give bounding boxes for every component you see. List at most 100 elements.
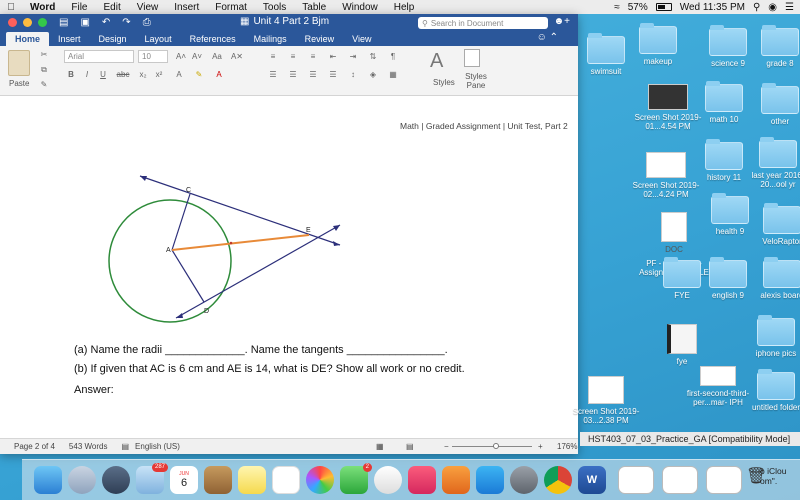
siri-icon[interactable]: ◉ [768,2,777,13]
apple-menu-icon[interactable]:  [0,2,22,13]
paste-label[interactable]: Paste [9,79,29,88]
show-marks-icon[interactable]: ¶ [386,50,400,63]
notification-center-icon[interactable]: ☰ [785,2,794,13]
zoom-out-icon[interactable]: − [444,442,449,451]
bold-icon[interactable]: B [64,68,78,81]
desktop-icon[interactable]: VeloRaptor [744,203,800,246]
share-icon[interactable]: ☻+ [554,16,570,27]
font-size-select[interactable]: 10 [138,50,168,63]
print-layout-icon[interactable]: ▦ [376,442,384,451]
photos-icon[interactable] [306,466,334,494]
desktop-icon[interactable]: untitled folder [738,369,800,412]
sort-icon[interactable]: ⇅ [366,50,380,63]
zoom-slider-track[interactable] [452,446,532,447]
proofing-icon[interactable]: ▤ [121,442,129,451]
menu-file[interactable]: File [63,2,95,13]
spotlight-icon[interactable]: ⚲ [753,2,760,13]
books-icon[interactable] [442,466,470,494]
minimized-window[interactable] [706,466,742,494]
numbering-icon[interactable]: ≡ [286,50,300,63]
close-button[interactable] [8,18,17,27]
paste-icon[interactable] [8,50,30,76]
menu-format[interactable]: Format [207,2,255,13]
tab-design[interactable]: Design [90,32,136,46]
text-effects-icon[interactable]: A [172,68,186,81]
desktop-icon[interactable]: fye [644,324,720,366]
page-count[interactable]: Page 2 of 4 [14,442,55,451]
menu-tools[interactable]: Tools [255,2,294,13]
system-preferences-icon[interactable] [510,466,538,494]
menu-insert[interactable]: Insert [166,2,207,13]
minimized-window[interactable] [618,466,654,494]
tab-view[interactable]: View [343,32,380,46]
photos-app-icon[interactable]: 287 [136,463,168,494]
subscript-icon[interactable]: x₂ [136,68,150,81]
shading-icon[interactable]: ◈ [366,68,380,81]
decrease-indent-icon[interactable]: ⇤ [326,50,340,63]
finder-icon[interactable] [34,466,62,494]
notes-icon[interactable] [238,466,266,494]
clock[interactable]: Wed 11:35 PM [680,2,745,13]
format-painter-icon[interactable]: ✎ [37,78,51,91]
bullets-icon[interactable]: ≡ [266,50,280,63]
change-case-icon[interactable]: Aa [210,50,224,63]
desktop-icon[interactable]: alexis board [744,257,800,300]
undo-icon[interactable]: ↶ [102,17,110,28]
desktop-icon[interactable]: grade 8 [742,25,800,68]
tab-insert[interactable]: Insert [49,32,90,46]
redo-icon[interactable]: ↷ [122,17,130,28]
tab-review[interactable]: Review [296,32,344,46]
sidebar-icon[interactable]: ▤ [59,17,68,28]
superscript-icon[interactable]: x² [152,68,166,81]
cut-icon[interactable]: ✂ [37,48,51,61]
align-left-icon[interactable]: ☰ [266,68,280,81]
web-layout-icon[interactable]: ▤ [406,442,414,451]
save-icon[interactable]: ▣ [80,17,89,28]
reminders-icon[interactable] [272,466,300,494]
menu-table[interactable]: Table [294,2,334,13]
multilevel-list-icon[interactable]: ≡ [306,50,320,63]
app-store-icon[interactable] [476,466,504,494]
search-input[interactable]: ⚲ Search in Document [418,17,548,29]
word-count[interactable]: 543 Words [69,442,108,451]
trash-icon[interactable]: 🗑 [746,466,766,494]
clear-formatting-icon[interactable]: A✕ [230,50,244,63]
grow-font-icon[interactable]: A˄ [174,50,188,63]
document-page[interactable]: Math | Graded Assignment | Unit Test, Pa… [0,96,578,438]
underline-icon[interactable]: U [96,68,110,81]
font-color-icon[interactable]: A [212,68,226,81]
minimized-window[interactable] [662,466,698,494]
styles-pane-label[interactable]: Styles Pane [462,72,490,90]
borders-icon[interactable]: ▦ [386,68,400,81]
strikethrough-icon[interactable]: abc [116,68,130,81]
tab-mailings[interactable]: Mailings [245,32,296,46]
increase-indent-icon[interactable]: ⇥ [346,50,360,63]
print-icon[interactable]: ⎙ [143,17,151,28]
desktop-icon[interactable]: makeup [620,23,696,66]
menu-app-name[interactable]: Word [22,2,63,13]
battery-icon[interactable] [655,3,672,11]
styles-icon[interactable]: A [430,50,443,73]
facetime-icon[interactable] [374,466,402,494]
word-app-icon[interactable]: W [578,466,606,494]
styles-pane-icon[interactable] [464,49,480,67]
tab-layout[interactable]: Layout [136,32,181,46]
menu-view[interactable]: View [129,2,167,13]
launchpad-icon[interactable] [102,466,130,494]
calendar-icon[interactable]: JUN 6 [170,466,198,494]
messages-icon[interactable]: 2 [340,463,372,494]
justify-icon[interactable]: ☰ [326,68,340,81]
menu-edit[interactable]: Edit [96,2,129,13]
compatibility-mode-bar[interactable]: HST403_07_03_Practice_GA [Compatibility … [580,432,800,446]
music-icon[interactable] [408,466,436,494]
menu-help[interactable]: Help [386,2,423,13]
contacts-icon[interactable] [204,466,232,494]
align-center-icon[interactable]: ☰ [286,68,300,81]
shrink-font-icon[interactable]: A˅ [190,50,204,63]
tab-home[interactable]: Home [6,32,50,46]
desktop-icon[interactable]: last year 2016-20...ool yr [740,137,800,189]
styles-label[interactable]: Styles [433,78,455,87]
line-spacing-icon[interactable]: ↕ [346,68,360,81]
language[interactable]: English (US) [135,442,180,451]
tab-references[interactable]: References [181,32,245,46]
